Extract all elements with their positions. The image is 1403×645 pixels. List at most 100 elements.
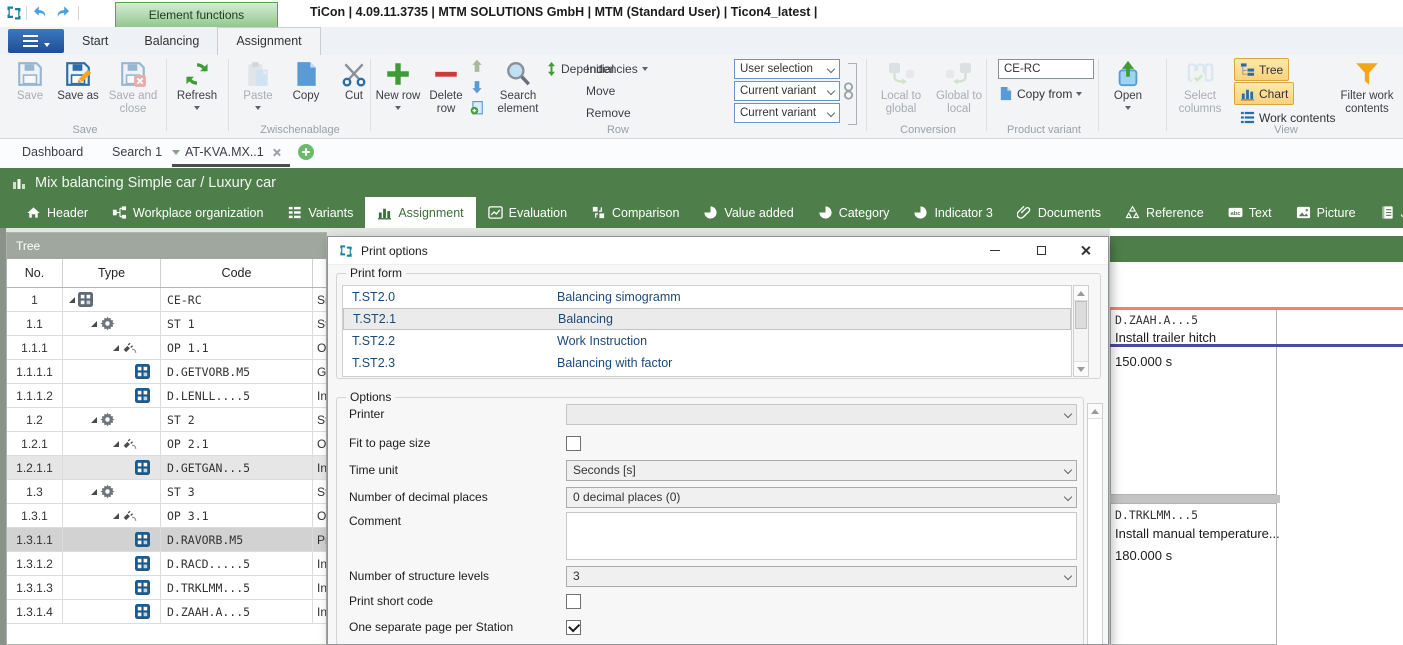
- scroll-down-button[interactable]: [1074, 361, 1088, 376]
- tab-text[interactable]: abcText: [1216, 197, 1284, 228]
- expand-triangle-icon[interactable]: [91, 489, 97, 495]
- move-down-button[interactable]: [470, 80, 484, 94]
- product-variant-combo[interactable]: CE-RC: [998, 59, 1094, 79]
- scrollbar[interactable]: [1087, 403, 1103, 645]
- tab-variants[interactable]: Variants: [275, 197, 365, 228]
- expand-triangle-icon[interactable]: [69, 297, 75, 303]
- document-tab-dashboard[interactable]: Dashboard: [22, 139, 83, 165]
- print-form-item-t-st2-4[interactable]: T.ST2.4Balancing with planned block: [343, 374, 1071, 377]
- scroll-up-button[interactable]: [1074, 286, 1088, 301]
- document-tab-search-1[interactable]: Search 1: [112, 139, 162, 165]
- ribbon-tab-balancing[interactable]: Balancing: [126, 27, 217, 55]
- tree-row-1[interactable]: 1CE-RCSi: [7, 288, 326, 312]
- initial-combo[interactable]: User selection: [734, 59, 840, 79]
- number-of-structure-levels-combo[interactable]: 3: [566, 566, 1077, 587]
- expand-triangle-icon[interactable]: [113, 345, 119, 351]
- save-as-button[interactable]: Save as: [54, 57, 102, 103]
- scrollbar[interactable]: [1073, 285, 1089, 377]
- tree-toggle-button[interactable]: Tree: [1234, 58, 1289, 81]
- tree-row-1-3-1-2[interactable]: 1.3.1.2D.RACD.....5In: [7, 552, 326, 576]
- dropdown-arrow-icon: [642, 67, 648, 71]
- link-variants-icon[interactable]: [842, 80, 855, 102]
- document-tab-at-kva-mx-1[interactable]: AT-KVA.MX..1: [172, 139, 281, 165]
- expand-triangle-icon[interactable]: [91, 321, 97, 327]
- fit-to-page-size-checkbox[interactable]: [566, 436, 581, 451]
- expand-triangle-icon[interactable]: [91, 417, 97, 423]
- tree-row-1-3-1-4[interactable]: 1.3.1.4D.ZAAH.A...5In: [7, 600, 326, 624]
- tree-row-1-2-1-1[interactable]: 1.2.1.1D.GETGAN...5In: [7, 456, 326, 480]
- one-separate-page-per-station-checkbox[interactable]: [566, 620, 581, 635]
- tab-picture[interactable]: Picture: [1284, 197, 1368, 228]
- maximize-button[interactable]: [1026, 239, 1056, 262]
- simogram-block[interactable]: D.TRKLMM...5 Install manual temperature.…: [1110, 503, 1277, 645]
- tree-row-1-2-1[interactable]: 1.2.1OP 2.1O: [7, 432, 326, 456]
- tree-row-1-2[interactable]: 1.2ST 2St: [7, 408, 326, 432]
- tree-row-1-1[interactable]: 1.1ST 1St: [7, 312, 326, 336]
- row-code: CE-RC: [161, 288, 313, 311]
- column-header-code[interactable]: Code: [161, 259, 313, 287]
- application-menu-button[interactable]: [8, 29, 64, 53]
- tab-assignment[interactable]: Assignment: [365, 197, 475, 228]
- open-button[interactable]: Open: [1104, 57, 1152, 110]
- insert-element-button[interactable]: [470, 101, 484, 115]
- tree-row-1-3-1[interactable]: 1.3.1OP 3.1O: [7, 504, 326, 528]
- chart-toggle-button[interactable]: Chart: [1234, 82, 1294, 105]
- print-form-item-t-st2-0[interactable]: T.ST2.0Balancing simogramm: [343, 286, 1071, 308]
- copy-from-button[interactable]: Copy from: [998, 86, 1082, 101]
- refresh-button[interactable]: Refresh: [170, 57, 224, 110]
- tree-row-1-3[interactable]: 1.3ST 3St: [7, 480, 326, 504]
- plug-icon: [122, 508, 137, 523]
- new-tab-button[interactable]: [298, 144, 314, 160]
- copy-button[interactable]: Copy: [282, 57, 330, 103]
- close-button[interactable]: [1070, 239, 1100, 262]
- tab-documents[interactable]: Documents: [1005, 197, 1113, 228]
- tab-journal[interactable]: Journal: [1368, 197, 1403, 228]
- tab-label: Workplace organization: [133, 206, 263, 220]
- tree-row-1-1-1[interactable]: 1.1.1OP 1.1O: [7, 336, 326, 360]
- window-title: TiCon | 4.09.11.3735 | MTM SOLUTIONS Gmb…: [310, 5, 817, 19]
- tab-header[interactable]: Header: [14, 197, 100, 228]
- tree-row-1-1-1-2[interactable]: 1.1.1.2D.LENLL....5In: [7, 384, 326, 408]
- print-form-item-t-st2-1[interactable]: T.ST2.1Balancing: [343, 308, 1071, 330]
- print-short-code-checkbox[interactable]: [566, 594, 581, 609]
- tab-evaluation[interactable]: Evaluation: [476, 197, 579, 228]
- ribbon-tab-assignment[interactable]: Assignment: [217, 27, 320, 55]
- row-code: D.RAVORB.M5: [161, 528, 313, 551]
- time-unit-combo[interactable]: Seconds [s]: [566, 460, 1077, 481]
- print-form-item-t-st2-2[interactable]: T.ST2.2Work Instruction: [343, 330, 1071, 352]
- print-form-item-t-st2-3[interactable]: T.ST2.3Balancing with factor: [343, 352, 1071, 374]
- minimize-button[interactable]: [980, 239, 1010, 262]
- delete-row-button[interactable]: Delete row: [422, 57, 470, 116]
- row-description: Pr: [313, 528, 326, 551]
- tab-value-added[interactable]: Value added: [691, 197, 805, 228]
- tree-row-1-3-1-1[interactable]: 1.3.1.1D.RAVORB.M5Pr: [7, 528, 326, 552]
- comment-input[interactable]: [566, 512, 1077, 560]
- column-header-no[interactable]: No.: [7, 259, 63, 287]
- tab-indicator-3[interactable]: Indicator 3: [901, 197, 1004, 228]
- expand-triangle-icon[interactable]: [113, 441, 119, 447]
- initial-label: Initial: [586, 62, 614, 76]
- tab-category[interactable]: Category: [806, 197, 902, 228]
- undo-button[interactable]: [32, 5, 50, 21]
- move-combo[interactable]: Current variant: [734, 81, 840, 101]
- close-tab-icon[interactable]: [272, 148, 281, 157]
- tree-row-1-3-1-3[interactable]: 1.3.1.3D.TRKLMM...5In: [7, 576, 326, 600]
- contextual-tab-element-functions[interactable]: Element functions: [115, 2, 278, 27]
- tree-row-1-1-1-1[interactable]: 1.1.1.1D.GETVORB.M5G: [7, 360, 326, 384]
- filter-work-contents-button[interactable]: Filter work contents: [1334, 57, 1400, 116]
- column-header-type[interactable]: Type: [63, 259, 161, 287]
- new-row-button[interactable]: New row: [374, 57, 422, 110]
- scroll-thumb[interactable]: [1075, 301, 1087, 329]
- search-element-button[interactable]: Search element: [490, 57, 546, 116]
- number-of-decimal-places-combo[interactable]: 0 decimal places (0): [566, 487, 1077, 508]
- move-up-button[interactable]: [470, 59, 484, 73]
- redo-button[interactable]: [54, 5, 72, 21]
- tab-reference[interactable]: Reference: [1113, 197, 1216, 228]
- ribbon-tab-start[interactable]: Start: [64, 27, 126, 55]
- scroll-up-button[interactable]: [1088, 404, 1102, 419]
- remove-combo[interactable]: Current variant: [734, 103, 840, 123]
- simogram-block[interactable]: D.ZAAH.A...5 Install trailer hitch 150.0…: [1110, 310, 1277, 495]
- tab-comparison[interactable]: Comparison: [579, 197, 691, 228]
- tab-workplace-organization[interactable]: Workplace organization: [100, 197, 275, 228]
- expand-triangle-icon[interactable]: [113, 513, 119, 519]
